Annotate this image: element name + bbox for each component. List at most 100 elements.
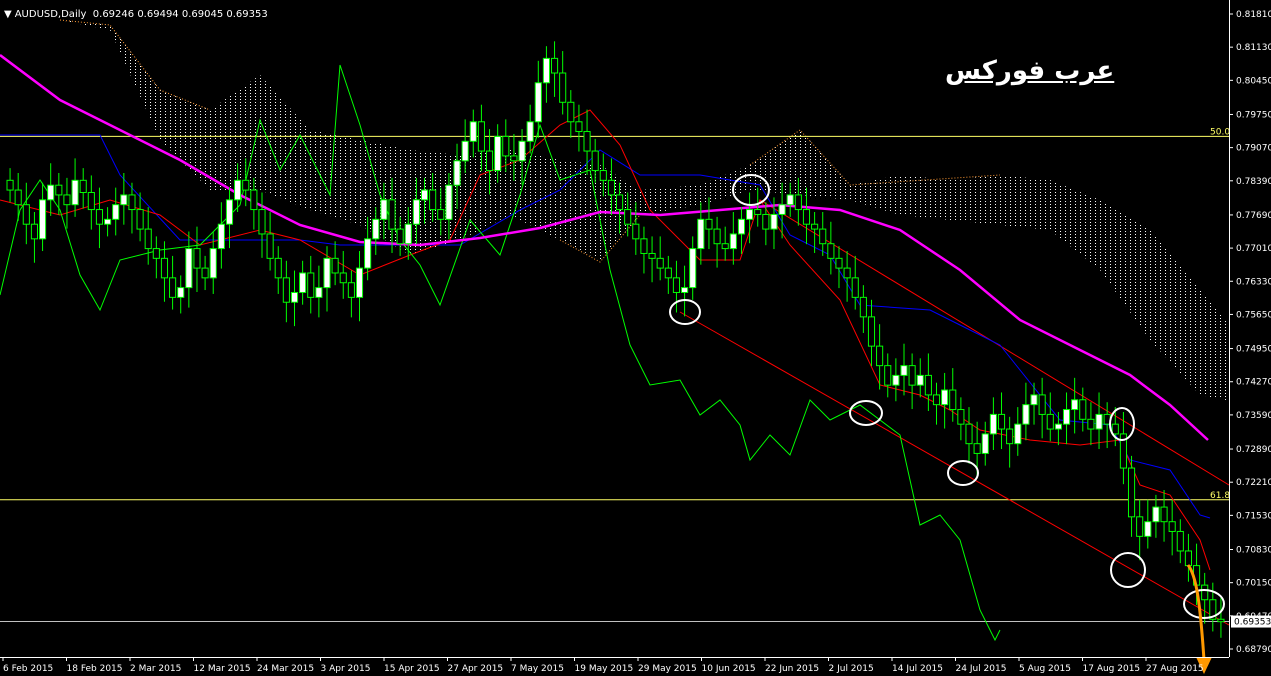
price-tick-label: 0.73590 <box>1236 411 1271 421</box>
candle-body <box>835 257 843 269</box>
candle-body <box>932 394 941 406</box>
candle-body <box>534 82 542 123</box>
candle-body <box>900 365 908 376</box>
price-tick-label: 0.71530 <box>1236 511 1271 521</box>
candle-body <box>396 228 404 245</box>
time-tick-label: 29 May 2015 <box>638 664 697 674</box>
candle-body <box>152 248 160 259</box>
candle-body <box>445 184 453 220</box>
candle-body <box>71 179 79 206</box>
candle-body <box>461 140 469 162</box>
candle-body <box>87 192 95 211</box>
candle-body <box>827 243 835 259</box>
fib-level-label: 61.8 <box>1210 491 1230 501</box>
candle-body <box>104 218 112 225</box>
candle-body <box>160 257 169 279</box>
candle-body <box>1160 506 1168 523</box>
candle-body <box>1184 550 1192 567</box>
candle-body <box>526 121 534 142</box>
candle-body <box>1030 394 1038 406</box>
candle-body <box>185 248 193 289</box>
candle-body <box>957 409 965 425</box>
time-tick-label: 17 Aug 2015 <box>1083 664 1141 674</box>
current-price-tag: 0.69353 <box>1231 615 1271 628</box>
candle-body <box>997 413 1006 430</box>
candle-body <box>485 150 494 172</box>
candle-body <box>754 209 762 215</box>
candle-body <box>559 72 567 103</box>
candle-body <box>144 228 152 250</box>
candle-body <box>949 389 957 411</box>
time-tick-label: 24 Mar 2015 <box>257 664 314 674</box>
candle-body <box>1079 399 1087 420</box>
candle-body <box>1168 521 1176 532</box>
candle-body <box>299 272 307 293</box>
candle-body <box>380 199 388 220</box>
candle-body <box>729 233 737 250</box>
candle-body <box>867 316 876 347</box>
candle-body <box>494 135 502 172</box>
candle-body <box>616 194 624 211</box>
candle-body <box>307 272 315 298</box>
candle-body <box>242 179 250 191</box>
candle-body <box>420 189 429 201</box>
brand-logo: عرب فوركس <box>945 56 1115 86</box>
time-tick-label: 5 Aug 2015 <box>1019 664 1071 674</box>
candle-body <box>567 101 575 123</box>
candle-body <box>697 218 705 250</box>
time-tick-label: 14 Jul 2015 <box>892 664 943 674</box>
symbol-label: AUDUSD,Daily <box>14 9 87 20</box>
dropdown-icon[interactable]: ▼ <box>4 9 12 20</box>
candle-body <box>916 374 924 386</box>
price-tick-label: 0.77690 <box>1236 211 1271 221</box>
price-chart[interactable]: 50.0 61.8 0.81810 0.81130 0.80450 0.79750 0.7… <box>0 0 1271 676</box>
candle-body <box>1087 418 1095 430</box>
candle-body <box>632 223 640 240</box>
candle-body <box>510 155 518 162</box>
candle-body <box>876 345 884 367</box>
time-tick-label: 24 Jul 2015 <box>956 664 1007 674</box>
candle-body <box>136 209 144 230</box>
candle-body <box>95 209 104 225</box>
candle-body <box>404 223 412 245</box>
candle-body <box>47 184 55 201</box>
candle-body <box>193 248 201 269</box>
candle-body <box>1152 506 1160 523</box>
candle-body <box>973 443 981 454</box>
candle-body <box>640 238 648 254</box>
candle-body <box>989 413 997 435</box>
candle-body <box>908 365 916 386</box>
candle-body <box>22 204 30 225</box>
time-tick-label: 22 Jun 2015 <box>765 664 819 674</box>
candle-body <box>1111 423 1119 435</box>
candle-body <box>648 252 656 259</box>
price-tick-label: 0.78390 <box>1236 177 1271 187</box>
candle-body <box>542 57 550 84</box>
candle-body <box>429 189 437 211</box>
price-tag-label: 0.69353 <box>1234 618 1271 628</box>
candle-body <box>941 389 949 406</box>
candle-body <box>290 291 299 303</box>
candle-body <box>550 57 559 74</box>
candle-body <box>1014 423 1022 445</box>
candle-body <box>1054 423 1062 430</box>
candle-body <box>282 277 290 303</box>
time-tick-label: 27 Aug 2015 <box>1146 664 1204 674</box>
candle-body <box>1127 467 1136 518</box>
candle-body <box>177 287 185 298</box>
candle-body <box>388 199 396 230</box>
candle-body <box>892 374 900 386</box>
candle-body <box>737 218 746 235</box>
price-tick-label: 0.70830 <box>1236 546 1271 556</box>
candle-body <box>884 365 892 386</box>
candle-body <box>1144 521 1152 537</box>
candle-body <box>1217 618 1225 623</box>
candle-body <box>14 189 22 206</box>
price-tick-label: 0.81130 <box>1236 43 1271 53</box>
price-tick-label: 0.72210 <box>1236 478 1271 488</box>
candle-body <box>1201 584 1209 601</box>
candle-body <box>599 170 607 181</box>
time-tick-label: 18 Feb 2015 <box>67 664 123 674</box>
price-tick-label: 0.74270 <box>1236 378 1271 388</box>
candle-body <box>591 150 599 172</box>
